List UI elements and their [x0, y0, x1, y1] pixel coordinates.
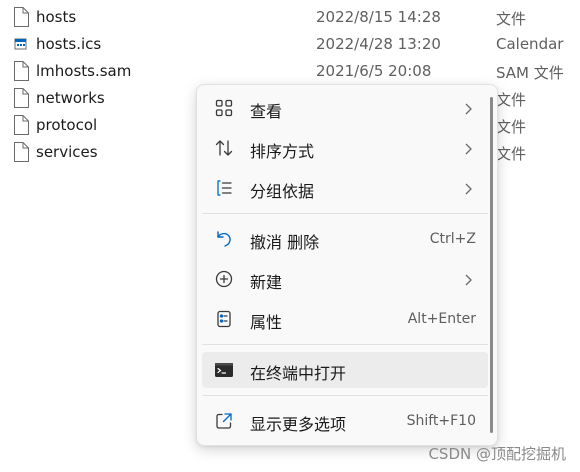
- share-external-icon: [214, 411, 234, 431]
- file-type: 文件: [496, 145, 527, 163]
- file-name: hosts: [36, 8, 77, 26]
- menu-item-open-in-terminal[interactable]: 在终端中打开: [202, 352, 488, 388]
- file-modified-date: 2022/4/28 13:20: [316, 35, 441, 53]
- menu-item-properties[interactable]: 属性 Alt+Enter: [202, 301, 488, 337]
- context-menu: 查看 排序方式 分组依据 撤消 删除 Ctrl+Z 新建 属性 Alt+Ente…: [196, 84, 498, 446]
- menu-separator: [202, 344, 488, 345]
- file-icon: [12, 61, 30, 81]
- grid-view-icon: [214, 98, 234, 118]
- properties-icon: [214, 309, 234, 329]
- menu-item-label: 新建: [250, 273, 283, 292]
- watermark-text: CSDN @顶配挖掘机: [428, 445, 566, 463]
- file-icon: [12, 142, 30, 162]
- menu-item-label: 查看: [250, 102, 283, 121]
- file-type: 文件: [496, 10, 527, 28]
- file-type: 文件: [496, 118, 527, 136]
- menu-item-shortcut: Shift+F10: [406, 413, 476, 429]
- chevron-right-icon: [462, 101, 474, 115]
- menu-item-sort-by[interactable]: 排序方式: [202, 130, 488, 166]
- file-name: lmhosts.sam: [36, 62, 132, 80]
- file-name: hosts.ics: [36, 35, 102, 53]
- terminal-icon: [214, 360, 234, 380]
- file-type: 文件: [496, 91, 527, 109]
- menu-item-label: 显示更多选项: [250, 415, 347, 434]
- file-type: SAM 文件: [496, 64, 564, 82]
- file-name: services: [36, 143, 98, 161]
- menu-item-label: 排序方式: [250, 142, 315, 161]
- group-by-icon: [214, 178, 234, 198]
- menu-item-group-by[interactable]: 分组依据: [202, 170, 488, 206]
- chevron-right-icon: [462, 141, 474, 155]
- file-name: networks: [36, 89, 105, 107]
- file-icon: [12, 7, 30, 27]
- menu-item-new[interactable]: 新建: [202, 261, 488, 297]
- menu-item-view[interactable]: 查看: [202, 90, 488, 126]
- undo-icon: [214, 229, 234, 249]
- file-modified-date: 2021/6/5 20:08: [316, 62, 432, 80]
- menu-item-undo-delete[interactable]: 撤消 删除 Ctrl+Z: [202, 221, 488, 257]
- add-circle-icon: [214, 269, 234, 289]
- menu-item-label: 在终端中打开: [250, 364, 347, 383]
- chevron-right-icon: [462, 181, 474, 195]
- menu-item-label: 分组依据: [250, 182, 315, 201]
- file-icon: [12, 88, 30, 108]
- file-name: protocol: [36, 116, 98, 134]
- calendar-file-icon: [12, 34, 30, 54]
- menu-item-show-more-options[interactable]: 显示更多选项 Shift+F10: [202, 403, 488, 439]
- chevron-right-icon: [462, 272, 474, 286]
- file-type: Calendar: [496, 35, 564, 53]
- sort-arrows-icon: [214, 138, 234, 158]
- file-row-lmhosts-sam[interactable]: lmhosts.sam 2021/6/5 20:08 SAM 文件: [0, 57, 580, 84]
- menu-separator: [202, 213, 488, 214]
- menu-item-label: 撤消 删除: [250, 233, 320, 252]
- menu-item-label: 属性: [250, 313, 283, 332]
- file-icon: [12, 115, 30, 135]
- menu-item-shortcut: Ctrl+Z: [429, 231, 476, 247]
- menu-item-shortcut: Alt+Enter: [407, 311, 476, 327]
- file-modified-date: 2022/8/15 14:28: [316, 8, 441, 26]
- menu-scrollbar[interactable]: [490, 97, 493, 433]
- menu-separator: [202, 395, 488, 396]
- file-row-hosts-ics[interactable]: hosts.ics 2022/4/28 13:20 Calendar: [0, 30, 580, 57]
- file-row-hosts[interactable]: hosts 2022/8/15 14:28 文件: [0, 3, 580, 30]
